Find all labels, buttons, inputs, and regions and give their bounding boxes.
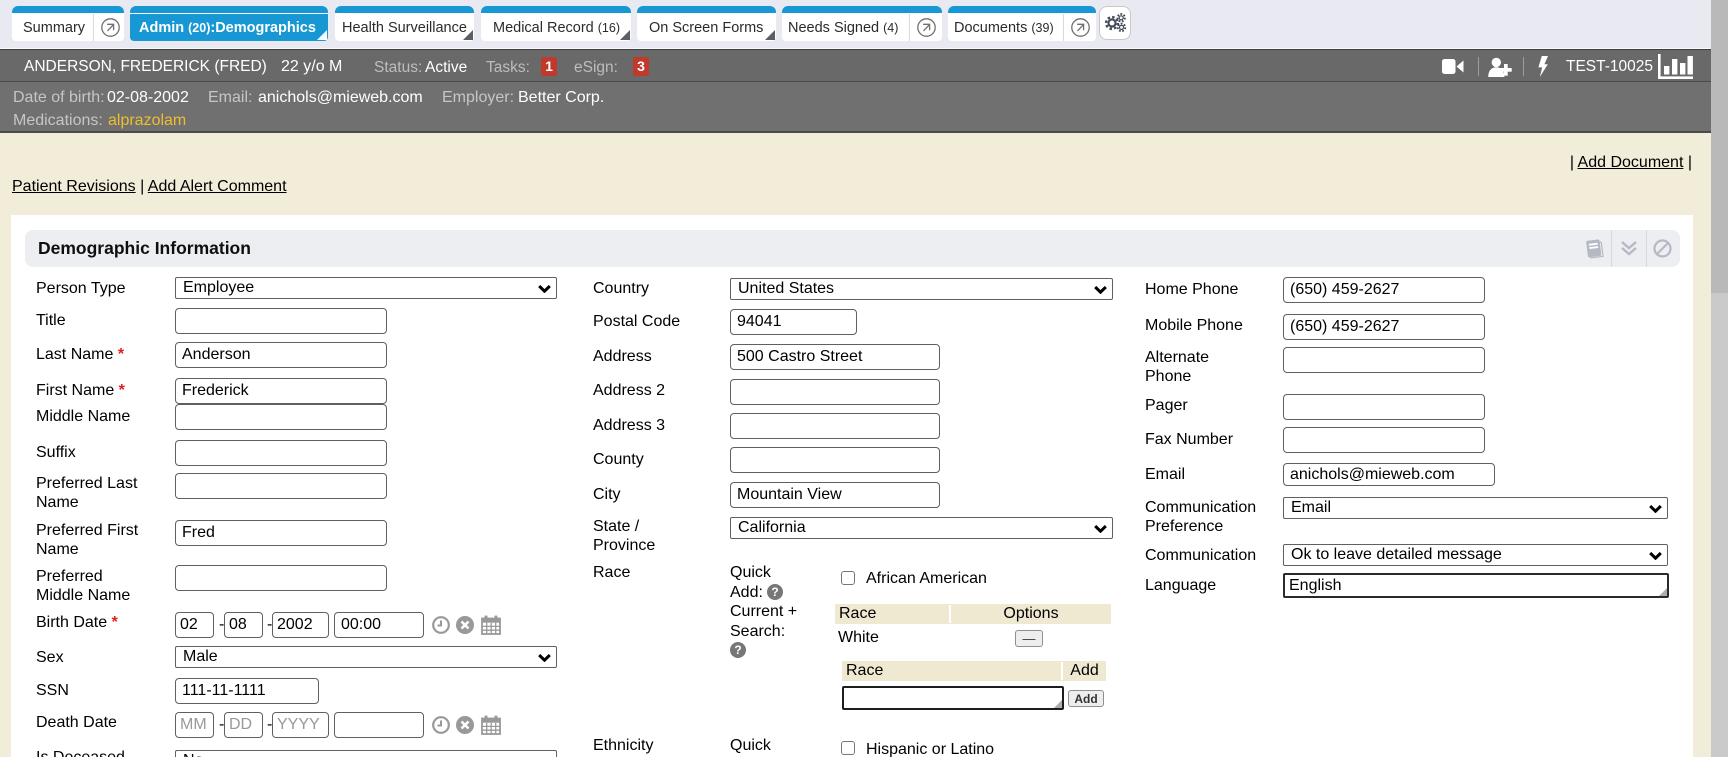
svg-text:?: ?	[772, 585, 779, 599]
svg-text:?: ?	[734, 643, 741, 657]
